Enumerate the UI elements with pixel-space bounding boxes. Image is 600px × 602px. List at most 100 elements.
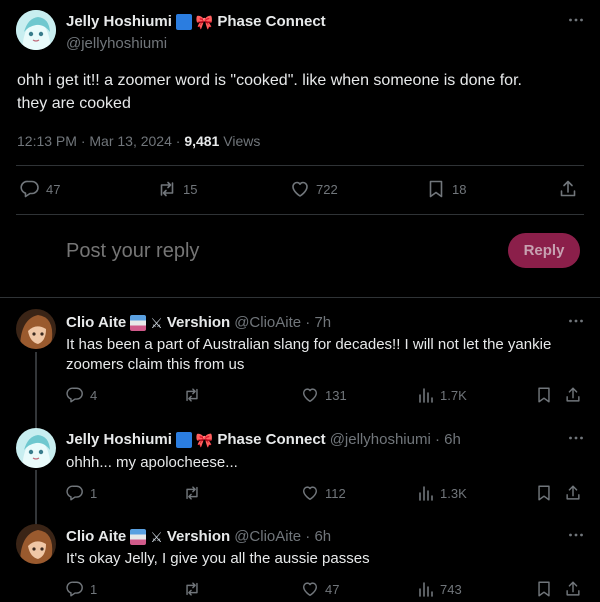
bookmark-icon [538, 485, 550, 501]
reply-text-line: zoomers claim this from us [66, 356, 245, 373]
heart-icon [302, 388, 318, 403]
author-affiliation[interactable]: Phase Connect [217, 431, 325, 448]
repost-icon [160, 181, 174, 197]
repost-action[interactable]: 15 [157, 179, 197, 199]
ribbon-badge-icon: 🎀 [195, 431, 214, 448]
author-handle-time[interactable]: @ClioAite · 6h [234, 528, 331, 545]
reply-count: 1 [90, 485, 98, 501]
post-text-line: they are cooked [17, 95, 131, 112]
like-action[interactable]: 112 [301, 484, 346, 502]
reply-count: 1 [90, 581, 98, 597]
thread-line [35, 470, 37, 526]
like-count: 131 [325, 387, 347, 403]
divider [0, 297, 600, 298]
author-name[interactable]: Clio Aite [66, 314, 126, 331]
swords-badge-icon: ⚔ [150, 528, 163, 545]
reply-action[interactable]: 4 [66, 386, 97, 404]
views-count: 743 [440, 581, 462, 597]
avatar[interactable] [16, 10, 56, 50]
avatar-image [16, 428, 56, 468]
share-icon [566, 485, 580, 500]
repost-button[interactable] [183, 484, 201, 502]
views-count: 1.3K [440, 485, 467, 501]
like-action[interactable]: 131 [301, 386, 347, 404]
post-meta: 12:13 PM · Mar 13, 2024 · 9,481 Views [17, 133, 260, 149]
share-button[interactable] [564, 484, 582, 502]
post-timestamp[interactable]: 12:13 PM · Mar 13, 2024 · [17, 133, 184, 149]
bookmark-count: 18 [452, 181, 467, 197]
author-handle-time[interactable]: @ClioAite · 7h [234, 314, 331, 331]
analytics-icon [419, 486, 433, 501]
reply-button[interactable]: Reply [508, 233, 580, 268]
views-action[interactable]: 1.3K [418, 484, 467, 502]
bookmark-button[interactable] [535, 386, 553, 404]
bookmark-button[interactable] [535, 580, 553, 598]
author-affiliation[interactable]: Vershion [167, 528, 230, 545]
share-icon [560, 180, 576, 197]
repost-icon [186, 388, 198, 402]
bookmark-action[interactable]: 18 [426, 179, 466, 199]
bookmark-icon [538, 581, 550, 597]
reply-text: ohhh... my apolocheese... [66, 453, 238, 473]
repost-icon [186, 582, 198, 596]
repost-button[interactable] [183, 580, 201, 598]
share-button[interactable] [564, 386, 582, 404]
reply-count: 4 [90, 387, 98, 403]
repost-button[interactable] [183, 386, 201, 404]
reply-icon [66, 485, 83, 501]
like-action[interactable]: 47 [301, 580, 339, 598]
share-icon [566, 387, 580, 402]
rocket-badge-icon [175, 13, 192, 30]
avatar-image [16, 309, 56, 349]
flag-badge-icon [130, 528, 147, 545]
like-count: 112 [325, 485, 346, 501]
reply-input[interactable] [66, 236, 486, 266]
author-handle[interactable]: @jellyhoshiumi [66, 35, 167, 52]
more-options-icon[interactable] [568, 12, 584, 28]
views-count: 1.7K [440, 387, 467, 403]
like-action[interactable]: 722 [290, 179, 338, 199]
avatar-image [16, 10, 56, 50]
share-button[interactable] [558, 179, 578, 199]
views-label: Views [219, 133, 261, 149]
divider [16, 214, 584, 215]
like-count: 47 [325, 581, 340, 597]
flag-badge-icon [130, 314, 147, 331]
share-icon [566, 581, 580, 596]
bookmark-button[interactable] [535, 484, 553, 502]
share-button[interactable] [564, 580, 582, 598]
heart-icon [302, 582, 318, 597]
author-handle-time[interactable]: @jellyhoshiumi · 6h [330, 431, 461, 448]
post-text: ohh i get it!! a zoomer word is "cooked"… [17, 69, 522, 115]
post-text-line: ohh i get it!! a zoomer word is "cooked"… [17, 72, 522, 89]
heart-icon [292, 181, 308, 197]
reply-action[interactable]: 47 [20, 179, 60, 199]
reply-text-line: It has been a part of Australian slang f… [66, 336, 552, 353]
author-name[interactable]: Jelly Hoshiumi [66, 13, 172, 30]
analytics-icon [419, 388, 433, 403]
reply-text: It's okay Jelly, I give you all the auss… [66, 549, 370, 569]
avatar[interactable] [16, 309, 56, 349]
author-name[interactable]: Jelly Hoshiumi [66, 431, 172, 448]
views-action[interactable]: 743 [418, 580, 462, 598]
reply-action[interactable]: 1 [66, 580, 97, 598]
avatar[interactable] [16, 524, 56, 564]
reply-action[interactable]: 1 [66, 484, 97, 502]
reply-icon [66, 581, 83, 597]
bookmark-icon [429, 180, 443, 198]
reply-icon [66, 387, 83, 403]
ribbon-badge-icon: 🎀 [195, 13, 214, 30]
author-affiliation[interactable]: Phase Connect [217, 13, 325, 30]
more-options-icon[interactable] [568, 313, 584, 329]
thread-line [35, 352, 37, 432]
views-action[interactable]: 1.7K [418, 386, 467, 404]
avatar[interactable] [16, 428, 56, 468]
author-affiliation[interactable]: Vershion [167, 314, 230, 331]
more-options-icon[interactable] [568, 430, 584, 446]
like-count: 722 [316, 181, 338, 197]
reply-count: 47 [46, 181, 61, 197]
more-options-icon[interactable] [568, 527, 584, 543]
repost-count: 15 [183, 181, 198, 197]
author-name[interactable]: Clio Aite [66, 528, 126, 545]
views-count: 9,481 [184, 133, 220, 149]
